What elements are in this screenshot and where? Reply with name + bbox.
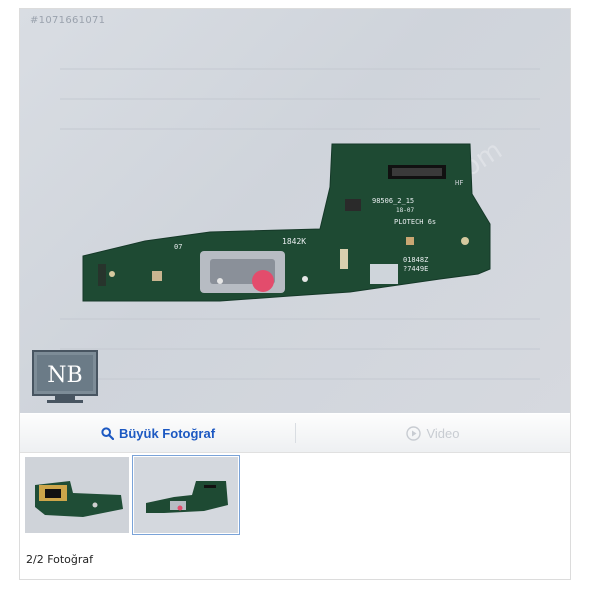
video-label: Video <box>426 425 460 441</box>
pcb-label-date: 18-07 <box>396 207 414 214</box>
large-photo-label: Büyük Fotoğraf <box>118 425 216 441</box>
pcb-label-plotech: PLOTECH 6s <box>394 218 436 226</box>
svg-text:NB: NB <box>47 363 82 388</box>
photo-counter: 2/2 Fotoğraf <box>26 553 94 566</box>
pcb-label-serial1: 01848Z <box>403 256 428 264</box>
search-icon <box>101 426 114 440</box>
thumbnail-2[interactable] <box>132 455 240 535</box>
pcb-label-98506: 98506_2_15 <box>372 197 414 205</box>
main-photo[interactable]: #1071661071 sahibinden.com 07 1842K 9850… <box>20 9 570 413</box>
pcb-label-07: 07 <box>174 243 182 251</box>
pcb-label-1842k: 1842K <box>282 237 306 246</box>
thumbnail-1[interactable] <box>25 457 129 533</box>
pcb-label-serial2: ?7449E <box>403 265 428 273</box>
large-photo-button[interactable]: Büyük Fotoğraf <box>20 414 296 452</box>
pcb-image: 07 1842K 98506_2_15 18-07 PLOTECH 6s HF … <box>60 68 540 380</box>
video-button[interactable]: Video <box>296 414 570 452</box>
pcb-label-hf: HF <box>455 179 463 187</box>
play-icon <box>406 425 422 441</box>
nb-logo-icon: NB <box>32 350 98 403</box>
photo-toolbar: Büyük Fotoğraf Video <box>20 414 570 453</box>
